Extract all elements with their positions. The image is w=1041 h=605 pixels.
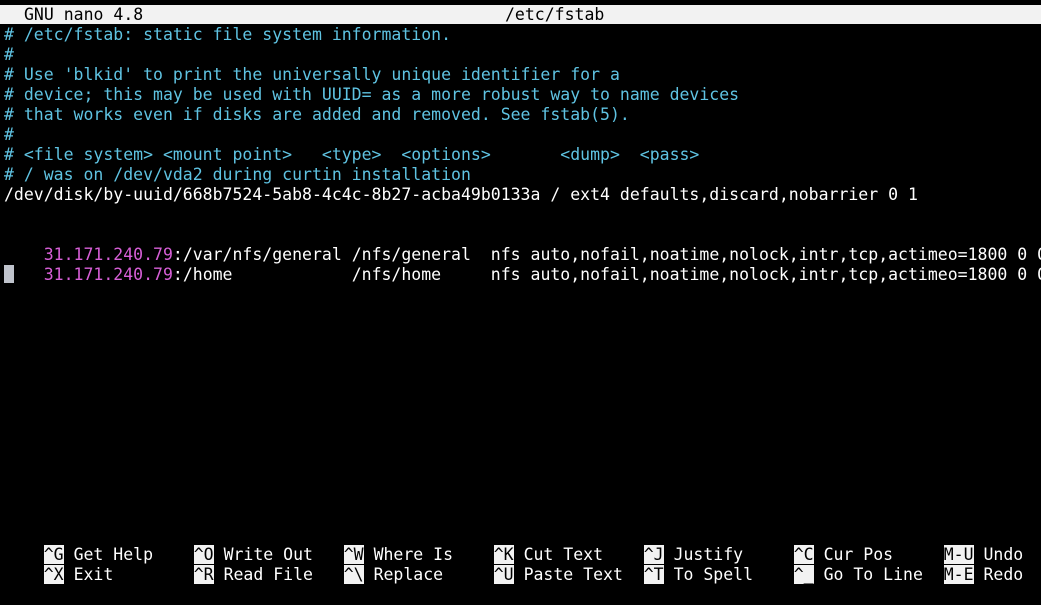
shortcut-label: Exit xyxy=(73,565,114,584)
fstab-root-entry: /dev/disk/by-uuid/668b7524-5ab8-4c4c-8b2… xyxy=(4,185,918,204)
comment-line: # xyxy=(4,45,14,64)
fstab-nfs-entry: 31.171.240.79:/var/nfs/general /nfs/gene… xyxy=(4,225,1041,264)
shortcut-key: ^\ xyxy=(343,565,364,584)
shortcut-key: ^U xyxy=(493,565,514,584)
comment-line: # Use 'blkid' to print the universally u… xyxy=(4,65,620,84)
shortcut-get-help[interactable]: ^G Get Help xyxy=(4,525,153,564)
nfs-entry-rest: :/home /nfs/home nfs auto,nofail,noatime… xyxy=(172,265,1041,284)
shortcut-cur-pos[interactable]: ^C Cur Pos xyxy=(754,525,893,564)
comment-line: # <file system> <mount point> <type> <op… xyxy=(4,145,700,164)
shortcut-key: M-E xyxy=(943,565,974,584)
shortcut-label: Read File xyxy=(223,565,313,584)
shortcut-key: ^R xyxy=(193,565,214,584)
shortcut-key: ^_ xyxy=(793,565,814,584)
shortcut-redo[interactable]: M-E Redo xyxy=(904,545,1023,584)
shortcut-label: To Spell xyxy=(673,565,754,584)
app-name: GNU nano 4.8 xyxy=(24,5,144,24)
comment-line: # that works even if disks are added and… xyxy=(4,105,630,124)
comment-line: # / was on /dev/vda2 during curtin insta… xyxy=(4,165,471,184)
shortcut-key: ^X xyxy=(43,565,64,584)
shortcut-where-is[interactable]: ^W Where Is xyxy=(304,525,453,564)
text-cursor xyxy=(4,265,14,283)
comment-line: # /etc/fstab: static file system informa… xyxy=(4,25,452,44)
shortcut-write-out[interactable]: ^O Write Out xyxy=(154,525,313,564)
shortcut-go-to-line[interactable]: ^_ Go To Line xyxy=(754,545,923,584)
file-name: /etc/fstab xyxy=(505,5,605,24)
shortcut-label: Replace xyxy=(373,565,444,584)
fstab-nfs-entry: 31.171.240.79:/home /nfs/home nfs auto,n… xyxy=(4,245,1041,284)
comment-line: # xyxy=(4,125,14,144)
nfs-server-ip: 31.171.240.79 xyxy=(43,265,173,284)
shortcut-exit[interactable]: ^X Exit xyxy=(4,545,113,584)
shortcut-to-spell[interactable]: ^T To Spell xyxy=(604,545,753,584)
shortcut-justify[interactable]: ^J Justify xyxy=(604,525,743,564)
shortcut-paste-text[interactable]: ^U Paste Text xyxy=(454,545,623,584)
shortcut-undo[interactable]: M-U Undo xyxy=(904,525,1023,564)
shortcut-read-file[interactable]: ^R Read File xyxy=(154,545,313,584)
shortcut-cut-text[interactable]: ^K Cut Text xyxy=(454,525,603,564)
shortcut-label: Redo xyxy=(983,565,1024,584)
comment-line: # device; this may be used with UUID= as… xyxy=(4,85,740,104)
title-bar: GNU nano 4.8 /etc/fstab xyxy=(0,5,1041,24)
shortcut-key: ^T xyxy=(643,565,664,584)
shortcut-replace[interactable]: ^\ Replace xyxy=(304,545,443,584)
